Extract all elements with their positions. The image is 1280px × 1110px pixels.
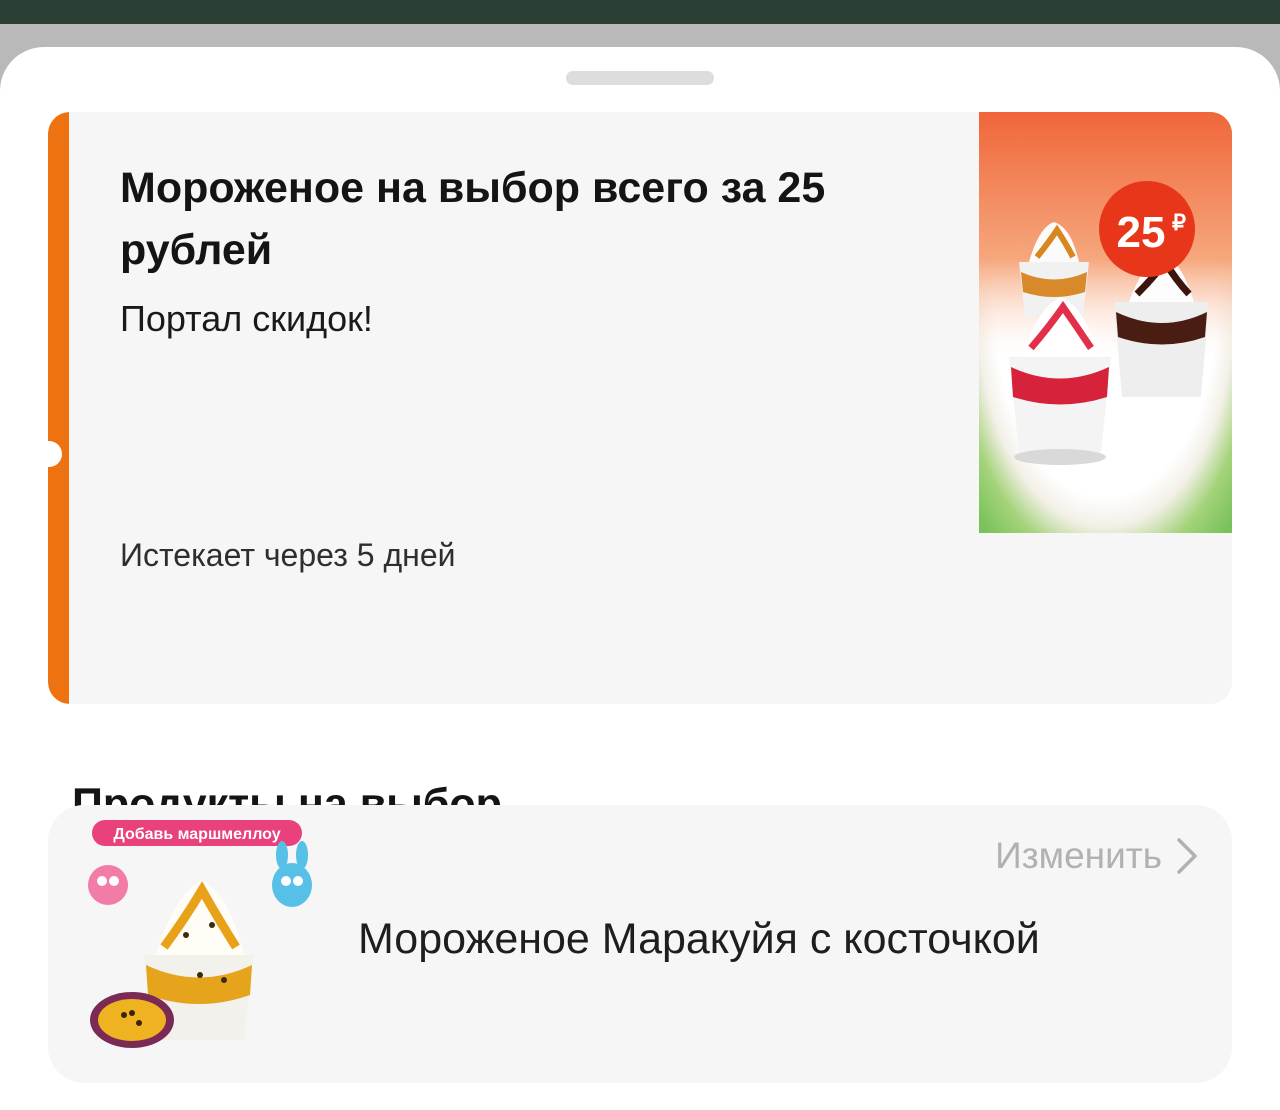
offer-subtitle: Портал скидок! xyxy=(120,298,373,339)
product-item-card[interactable]: Добавь маршмеллоу Изменить Мороженое Мар… xyxy=(48,805,1232,1083)
status-bar xyxy=(0,0,1280,24)
offer-title: Мороженое на выбор всего за 25 рублей xyxy=(120,164,826,274)
bottom-sheet: Мороженое на выбор всего за 25 рублей По… xyxy=(0,47,1280,1110)
svg-text:Добавь маршмеллоу: Добавь маршмеллоу xyxy=(113,826,280,843)
offer-card: Мороженое на выбор всего за 25 рублей По… xyxy=(48,112,1232,704)
svg-text:25: 25 xyxy=(1117,208,1166,257)
change-product-button[interactable]: Изменить xyxy=(995,835,1198,877)
product-name: Мороженое Маракуйя с косточкой xyxy=(358,915,1040,963)
chevron-right-icon xyxy=(1177,838,1197,874)
change-label: Изменить xyxy=(995,835,1162,876)
offer-accent-stripe xyxy=(48,112,69,704)
offer-expiry: Истекает через 5 дней xyxy=(120,537,456,573)
svg-text:₽: ₽ xyxy=(1172,210,1186,235)
passion-fruit-ice-cream-icon: Добавь маршмеллоу xyxy=(88,820,312,1048)
sheet-drag-handle[interactable] xyxy=(566,71,714,85)
ice-cream-sundaes-icon: 25 ₽ xyxy=(979,112,1232,533)
